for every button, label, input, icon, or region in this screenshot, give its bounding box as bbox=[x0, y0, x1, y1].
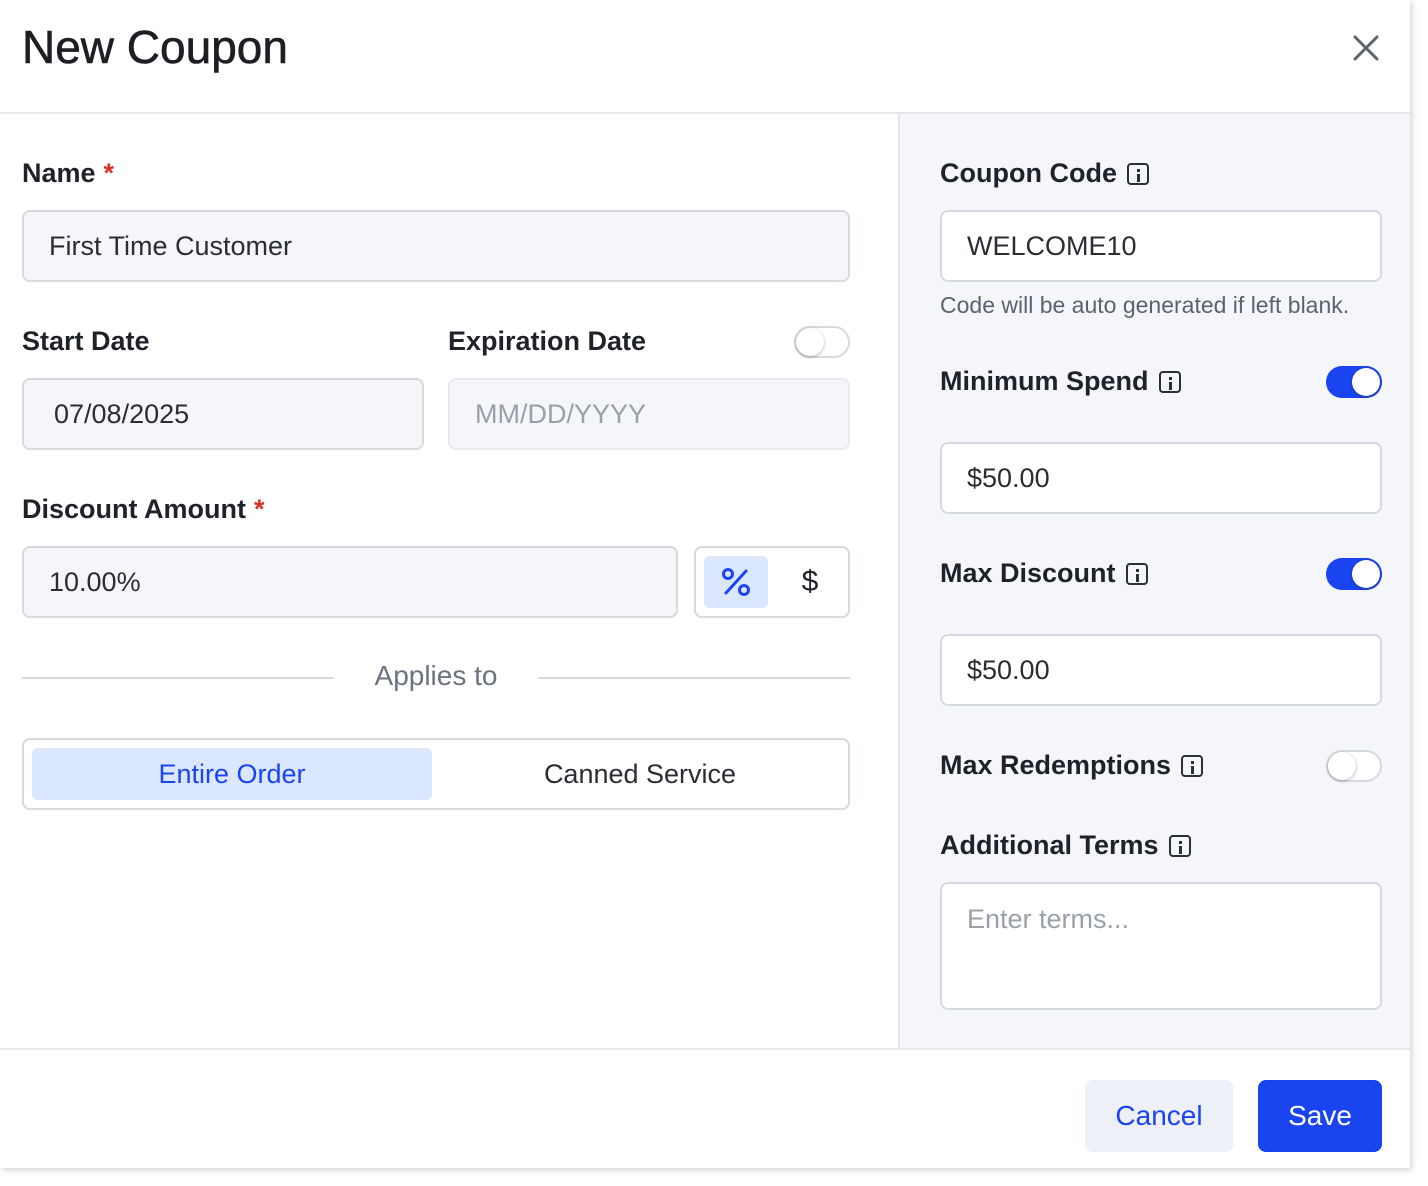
max-redemptions-toggle[interactable] bbox=[1326, 750, 1382, 782]
main-form-panel: Name * First Time Customer Start Date 07… bbox=[0, 114, 898, 1050]
max-discount-input[interactable]: $50.00 bbox=[940, 634, 1382, 706]
options-sidebar: Coupon Code WELCOME10 Code will be auto … bbox=[898, 114, 1410, 1050]
required-marker: * bbox=[103, 158, 115, 188]
minimum-spend-toggle[interactable] bbox=[1326, 366, 1382, 398]
info-icon[interactable] bbox=[1168, 834, 1191, 857]
info-icon[interactable] bbox=[1158, 370, 1181, 393]
start-date-input[interactable]: 07/08/2025 bbox=[22, 378, 424, 450]
discount-unit-toggle: $ bbox=[694, 546, 850, 618]
divider-left bbox=[22, 677, 334, 679]
cancel-button[interactable]: Cancel bbox=[1085, 1080, 1233, 1152]
save-button[interactable]: Save bbox=[1258, 1080, 1382, 1152]
canned-service-option[interactable]: Canned Service bbox=[440, 748, 840, 800]
required-marker: * bbox=[253, 494, 265, 524]
discount-amount-label: Discount Amount * bbox=[22, 494, 265, 524]
expiration-date-input[interactable]: MM/DD/YYYY bbox=[448, 378, 850, 450]
info-icon[interactable] bbox=[1125, 562, 1148, 585]
dialog-title: New Coupon bbox=[22, 21, 289, 74]
toggle-knob bbox=[1352, 368, 1380, 396]
coupon-code-hint: Code will be auto generated if left blan… bbox=[940, 292, 1350, 318]
max-redemptions-label: Max Redemptions bbox=[940, 750, 1204, 781]
max-discount-label: Max Discount bbox=[940, 558, 1148, 589]
new-coupon-dialog: New Coupon Name * First Time Customer St… bbox=[0, 0, 1410, 1168]
coupon-code-input[interactable]: WELCOME10 bbox=[940, 210, 1382, 282]
percent-icon bbox=[722, 568, 750, 596]
toggle-knob bbox=[796, 328, 824, 356]
dialog-footer: Cancel Save bbox=[0, 1048, 1410, 1168]
name-label: Name * bbox=[22, 158, 115, 188]
toggle-knob bbox=[1328, 752, 1356, 780]
applies-to-segmented-control: Entire Order Canned Service bbox=[22, 738, 850, 810]
close-button[interactable] bbox=[1346, 28, 1386, 68]
additional-terms-textarea[interactable]: Enter terms... bbox=[940, 882, 1382, 1010]
applies-to-label: Applies to bbox=[374, 660, 498, 691]
additional-terms-label: Additional Terms bbox=[940, 830, 1191, 861]
max-discount-toggle[interactable] bbox=[1326, 558, 1382, 590]
discount-amount-input[interactable]: 10.00% bbox=[22, 546, 678, 618]
divider-right bbox=[538, 677, 850, 679]
dialog-header: New Coupon bbox=[0, 0, 1410, 114]
coupon-code-label: Coupon Code bbox=[940, 158, 1149, 189]
percent-unit-button[interactable] bbox=[704, 556, 768, 608]
minimum-spend-label: Minimum Spend bbox=[940, 366, 1181, 397]
toggle-knob bbox=[1352, 560, 1380, 588]
dollar-unit-button[interactable]: $ bbox=[778, 556, 842, 608]
info-icon[interactable] bbox=[1181, 754, 1204, 777]
info-icon[interactable] bbox=[1126, 162, 1149, 185]
start-date-label: Start Date bbox=[22, 326, 150, 356]
close-icon bbox=[1353, 35, 1379, 61]
expiration-date-toggle[interactable] bbox=[794, 326, 850, 358]
entire-order-option[interactable]: Entire Order bbox=[32, 748, 432, 800]
minimum-spend-input[interactable]: $50.00 bbox=[940, 442, 1382, 514]
expiration-date-label: Expiration Date bbox=[448, 326, 647, 356]
name-input[interactable]: First Time Customer bbox=[22, 210, 850, 282]
